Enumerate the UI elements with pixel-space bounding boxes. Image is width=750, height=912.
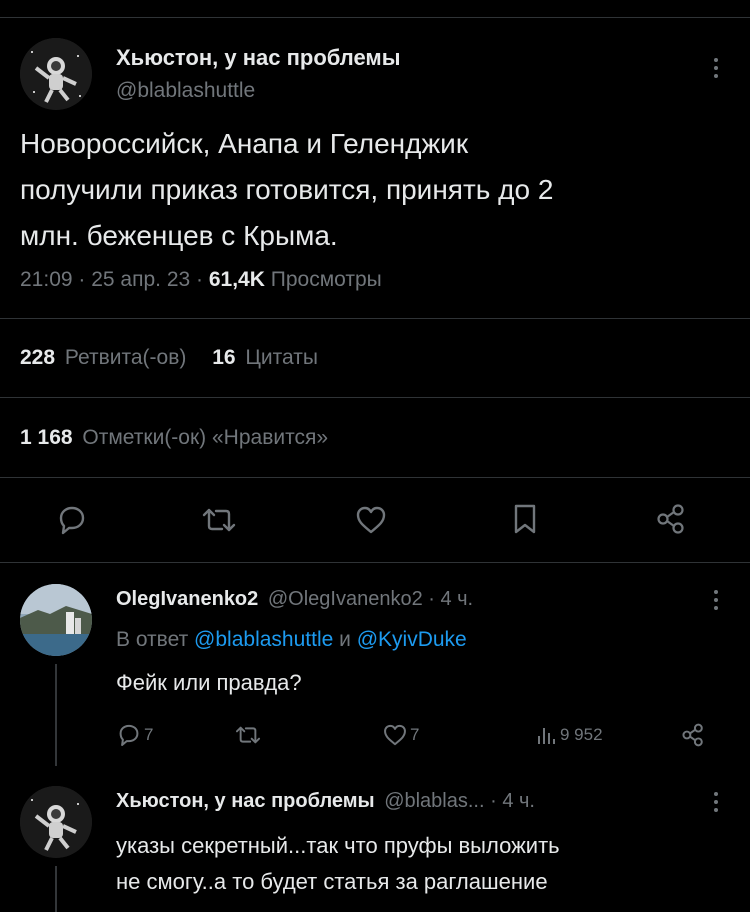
reply-icon[interactable] [116, 722, 142, 748]
author-handle[interactable]: @blablashuttle [116, 79, 255, 103]
reply-avatar[interactable] [20, 786, 92, 858]
reply-handle[interactable]: @OlegIvanenko2 [268, 588, 423, 610]
reply-text: указы секретный...так что пруфы выложить… [116, 828, 560, 900]
mention-link[interactable]: @KyivDuke [357, 628, 467, 651]
tweet-text-line: Новороссийск, Анапа и Геленджик [20, 128, 469, 159]
divider [0, 562, 750, 563]
thread-connector [55, 866, 57, 912]
author-name[interactable]: Хьюстон, у нас проблемы [116, 45, 401, 71]
tweet-date[interactable]: 25 апр. 23 [91, 268, 190, 291]
views-count: 9 952 [560, 725, 603, 744]
reply-to: В ответ @blablashuttle и @KyivDuke [116, 628, 467, 652]
retweet-icon[interactable] [234, 722, 262, 748]
more-options-icon[interactable] [714, 58, 718, 82]
retweet-icon[interactable] [200, 504, 238, 536]
mention-link[interactable]: @blablashuttle [194, 628, 333, 651]
more-options-icon[interactable] [714, 590, 718, 614]
quotes-count[interactable]: 16 [212, 346, 235, 369]
views-label: Просмотры [264, 268, 382, 291]
divider [0, 318, 750, 319]
meta-separator: · [190, 268, 209, 291]
share-icon[interactable] [680, 722, 706, 748]
likes-count[interactable]: 1 168 [20, 426, 73, 449]
likes-stats: 1 168 Отметки(-ок) «Нравится» [20, 426, 328, 450]
tweet-text: Новороссийск, Анапа и Геленджик получили… [20, 121, 553, 259]
quotes-label[interactable]: Цитаты [245, 346, 318, 369]
reply-time[interactable]: · 4 ч. [485, 790, 535, 812]
bookmark-icon[interactable] [510, 502, 540, 536]
tweet-meta: 21:09 · 25 апр. 23 · 61,4K Просмотры [20, 268, 382, 292]
reply-text-line: не смогу..а то будет статья за раглашени… [116, 869, 548, 894]
reply-header: OlegIvanenko2 @OlegIvanenko2 · 4 ч. [116, 588, 473, 611]
reply-author-name[interactable]: OlegIvanenko2 [116, 588, 258, 610]
retweets-count[interactable]: 228 [20, 346, 55, 369]
thread-connector [55, 664, 57, 766]
views-count: 61,4K [208, 268, 265, 291]
tweet-time[interactable]: 21:09 [20, 268, 73, 291]
reply-handle[interactable]: @blablas... [384, 790, 484, 812]
like-icon[interactable] [382, 722, 408, 748]
like-icon[interactable] [354, 504, 388, 536]
reply-header: Хьюстон, у нас проблемы @blablas... · 4 … [116, 790, 535, 813]
reply-to-prefix: В ответ [116, 628, 195, 651]
retweets-label[interactable]: Ретвита(-ов) [65, 346, 186, 369]
reply-text: Фейк или правда? [116, 670, 302, 695]
reply-count: 7 [144, 725, 154, 744]
reply-avatar[interactable] [20, 584, 92, 656]
tweet-text-line: получили приказ готовится, принять до 2 [20, 174, 554, 205]
views-icon[interactable] [536, 724, 556, 746]
reply-icon[interactable] [55, 504, 89, 536]
reply-text-line: указы секретный...так что пруфы выложить [116, 833, 560, 858]
more-options-icon[interactable] [714, 792, 718, 816]
divider [0, 397, 750, 398]
divider [0, 477, 750, 478]
reply-time[interactable]: · 4 ч. [423, 588, 473, 610]
mention-and: и [333, 628, 357, 651]
top-divider [0, 17, 750, 18]
likes-label[interactable]: Отметки(-ок) «Нравится» [82, 426, 328, 449]
reply-action-bar: 7 7 9 952 [116, 722, 716, 752]
tweet-text-line: млн. беженцев с Крыма. [20, 220, 338, 251]
meta-separator: · [72, 268, 92, 291]
share-icon[interactable] [654, 502, 688, 536]
like-count: 7 [410, 725, 420, 744]
engagement-stats: 228 Ретвита(-ов) 16 Цитаты [20, 346, 318, 370]
author-avatar[interactable] [20, 38, 92, 110]
reply-author-name[interactable]: Хьюстон, у нас проблемы [116, 790, 375, 812]
